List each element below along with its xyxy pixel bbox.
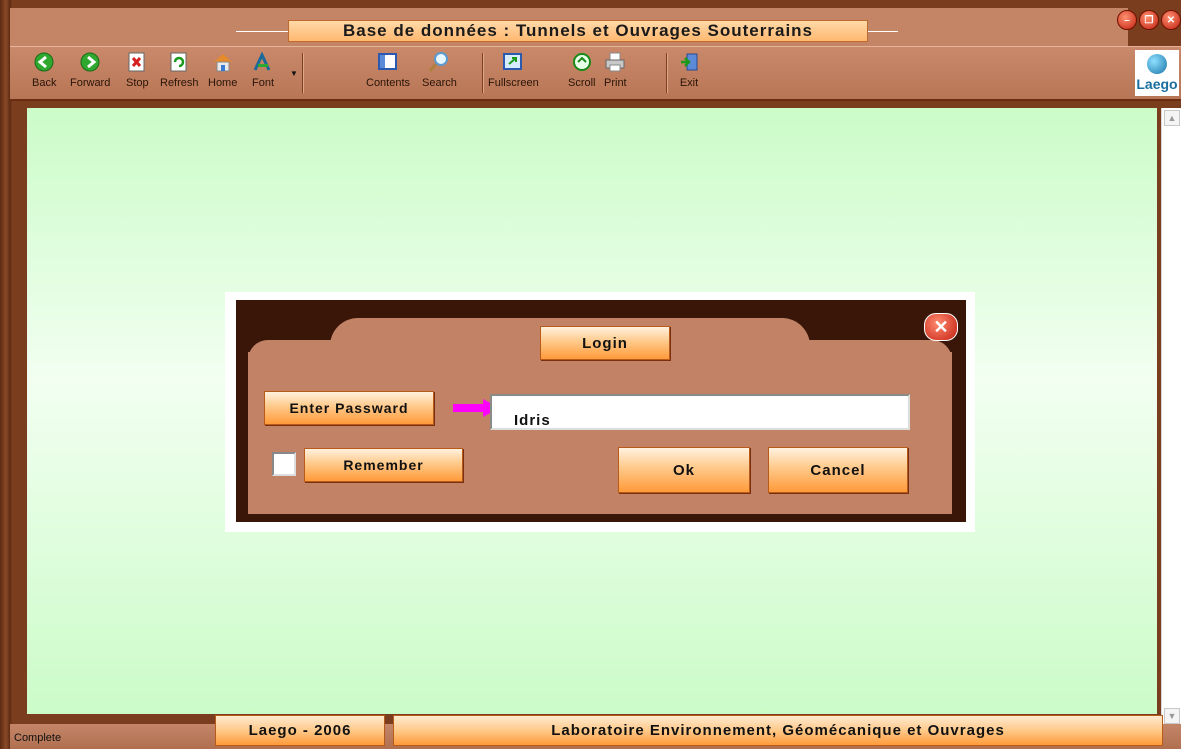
toolbar-label: Home	[208, 77, 238, 89]
title-line-right	[868, 31, 898, 32]
toolbar-fullscreen-button[interactable]: Fullscreen	[488, 51, 539, 89]
scroll-up-icon[interactable]: ▲	[1164, 110, 1180, 126]
toolbar-label: Fullscreen	[488, 77, 539, 89]
fullscreen-icon	[502, 51, 524, 73]
toolbar-back-button[interactable]: Back	[32, 51, 56, 89]
restore-button[interactable]: ❐	[1139, 10, 1159, 30]
font-icon	[252, 51, 274, 73]
footer-lab-name: Laboratoire Environnement, Géomécanique …	[393, 715, 1163, 746]
ok-button[interactable]: Ok	[618, 447, 750, 493]
stop-icon	[126, 51, 148, 73]
font-dropdown-chevron-icon[interactable]: ▼	[290, 69, 298, 78]
refresh-icon	[168, 51, 190, 73]
toolbar-label: Forward	[70, 77, 111, 89]
toolbar-separator	[482, 53, 484, 93]
home-icon	[212, 51, 234, 73]
password-label: Enter Passward	[264, 391, 434, 425]
print-icon	[604, 51, 626, 73]
toolbar-font-button[interactable]: Font	[252, 51, 274, 89]
globe-icon	[1147, 54, 1167, 74]
contents-icon	[377, 51, 399, 73]
status-text: Complete	[14, 732, 62, 744]
toolbar-print-button[interactable]: Print	[604, 51, 627, 89]
search-icon	[428, 51, 450, 73]
back-arrow-icon	[33, 51, 55, 73]
window-title: Base de données : Tunnels et Ouvrages So…	[288, 20, 868, 42]
remember-label[interactable]: Remember	[304, 448, 463, 482]
password-input[interactable]	[490, 394, 910, 430]
remember-checkbox[interactable]	[272, 452, 296, 476]
toolbar-exit-button[interactable]: Exit	[678, 51, 700, 89]
toolbar: Back Forward Stop Refresh Home Font ▼ Co…	[10, 46, 1181, 101]
cancel-button[interactable]: Cancel	[768, 447, 908, 493]
dialog-close-icon[interactable]: ✕	[924, 313, 958, 341]
window-controls: – ❐ ✕	[1117, 10, 1181, 30]
toolbar-label: Font	[252, 77, 275, 89]
scroll-down-icon[interactable]: ▼	[1164, 708, 1180, 724]
forward-arrow-icon	[79, 51, 101, 73]
toolbar-scroll-button[interactable]: Scroll	[568, 51, 596, 89]
exit-icon	[678, 51, 700, 73]
toolbar-label: Exit	[679, 77, 699, 89]
toolbar-label: Scroll	[568, 77, 596, 89]
toolbar-label: Print	[604, 77, 627, 89]
toolbar-refresh-button[interactable]: Refresh	[160, 51, 199, 89]
toolbar-forward-button[interactable]: Forward	[70, 51, 110, 89]
close-button[interactable]: ✕	[1161, 10, 1181, 30]
laego-logo: Laego	[1135, 50, 1179, 96]
toolbar-stop-button[interactable]: Stop	[126, 51, 149, 89]
toolbar-search-button[interactable]: Search	[422, 51, 457, 89]
dialog-title: Login	[540, 326, 670, 360]
toolbar-home-button[interactable]: Home	[208, 51, 237, 89]
logo-text: Laego	[1136, 76, 1178, 92]
toolbar-label: Back	[32, 77, 57, 89]
scroll-icon	[571, 51, 593, 73]
vertical-scrollbar[interactable]: ▲ ▼	[1161, 108, 1181, 724]
toolbar-label: Contents	[366, 77, 411, 89]
toolbar-label: Stop	[126, 77, 149, 89]
title-line-left	[236, 31, 288, 32]
toolbar-separator	[302, 53, 304, 93]
toolbar-label: Refresh	[160, 77, 199, 89]
minimize-button[interactable]: –	[1117, 10, 1137, 30]
toolbar-separator	[666, 53, 668, 93]
toolbar-contents-button[interactable]: Contents	[366, 51, 410, 89]
toolbar-label: Search	[422, 77, 457, 89]
footer-copyright: Laego - 2006	[215, 715, 385, 746]
